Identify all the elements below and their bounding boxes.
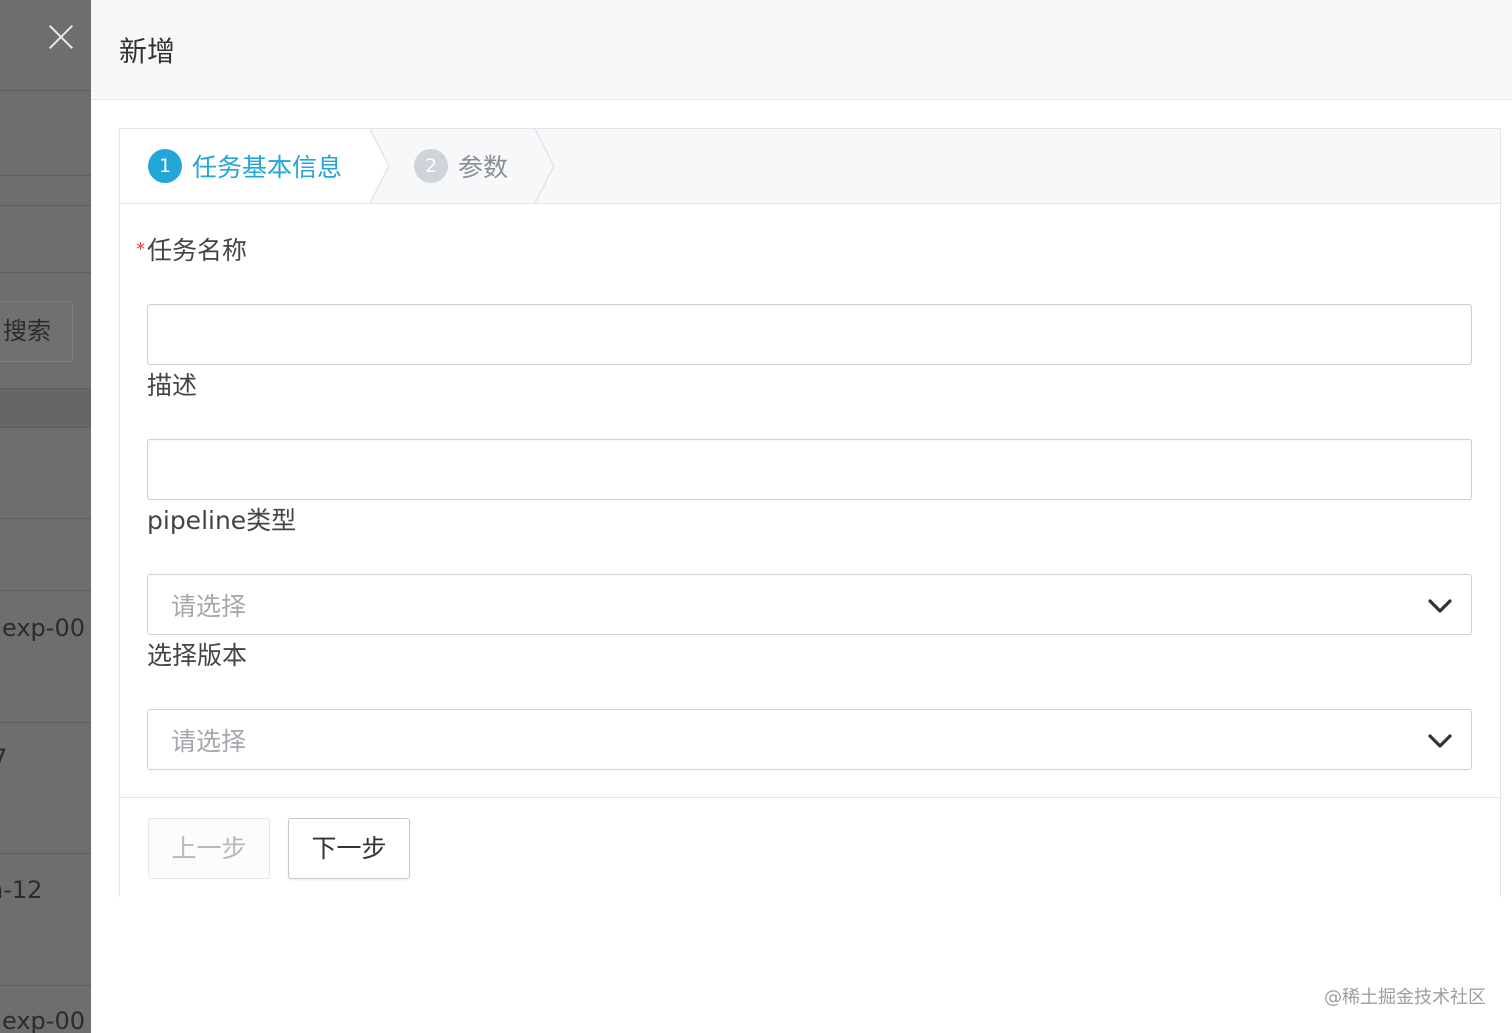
required-mark: * [136, 239, 145, 260]
step-number: 1 [148, 149, 182, 183]
bg-divider [0, 272, 91, 273]
select-placeholder: 请选择 [171, 726, 247, 756]
select-placeholder: 请选择 [171, 591, 247, 621]
description-input[interactable] [147, 439, 1472, 500]
drawer-title: 新增 [119, 34, 176, 68]
bg-divider [0, 427, 91, 428]
bg-row-text: 7 [0, 744, 7, 772]
steps-bar: 1 任务基本信息 2 参数 [120, 129, 1500, 204]
field-description: 描述 [147, 366, 1473, 500]
task-name-label: 任务名称 [147, 236, 248, 265]
version-select[interactable]: 请选择 [147, 709, 1472, 770]
bg-divider [0, 722, 91, 723]
step-params[interactable]: 2 参数 [414, 129, 508, 203]
bg-divider [0, 90, 91, 91]
step-separator-icon [534, 129, 555, 203]
version-label: 选择版本 [147, 641, 248, 670]
next-step-button[interactable]: 下一步 [288, 818, 410, 879]
field-version: 选择版本 请选择 [147, 636, 1473, 770]
pipeline-type-label: pipeline类型 [147, 506, 297, 535]
drawer-header: 新增 [91, 0, 1512, 100]
step-separator-icon [369, 129, 390, 203]
step-label: 参数 [458, 153, 509, 182]
drawer: 新增 1 任务基本信息 2 参数 *任务名称 描述 pipeline类型 请选择… [91, 0, 1512, 1033]
prev-step-button[interactable]: 上一步 [148, 818, 270, 879]
bg-divider [0, 205, 91, 206]
step-number: 2 [414, 149, 448, 183]
close-icon[interactable] [44, 20, 78, 54]
bg-table-header [0, 389, 91, 427]
form-footer: 上一步 下一步 [120, 797, 1500, 897]
bg-row-text: exp-00 [2, 1007, 85, 1033]
bg-row-text: exp-00 [2, 614, 85, 642]
chevron-down-icon [1428, 734, 1452, 748]
field-label: *任务名称 [136, 231, 1473, 271]
bg-divider [0, 985, 91, 986]
bg-row-text: n-12 [0, 876, 43, 904]
bg-search-button: 搜索 [0, 301, 73, 362]
field-task-name: *任务名称 [136, 231, 1473, 365]
step-basic-info[interactable]: 1 任务基本信息 [120, 129, 370, 203]
bg-divider [0, 590, 91, 591]
form-panel: 1 任务基本信息 2 参数 *任务名称 描述 pipeline类型 请选择 选择… [119, 128, 1501, 897]
watermark: @稀土掘金技术社区 [1324, 987, 1486, 1008]
pipeline-type-select[interactable]: 请选择 [147, 574, 1472, 635]
step-label: 任务基本信息 [192, 153, 343, 182]
description-label: 描述 [147, 371, 198, 400]
bg-divider [0, 518, 91, 519]
chevron-down-icon [1428, 599, 1452, 613]
bg-divider [0, 853, 91, 854]
background-overlay: 搜索 exp-00 7 n-12 exp-00 [0, 0, 91, 1033]
field-pipeline-type: pipeline类型 请选择 [147, 501, 1473, 635]
task-name-input[interactable] [147, 304, 1472, 365]
bg-divider [0, 175, 91, 176]
